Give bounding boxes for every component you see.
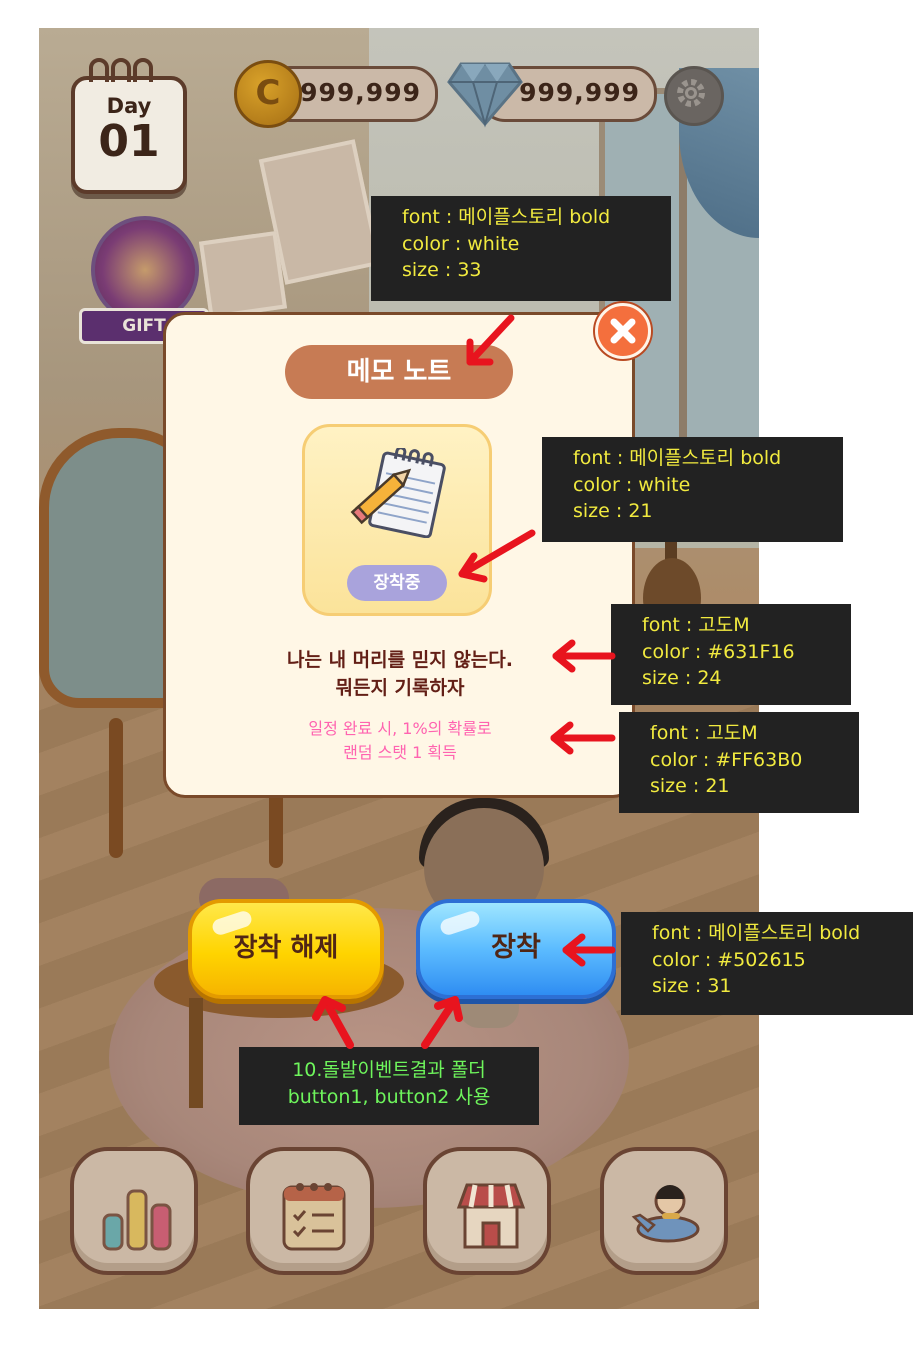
- gear-icon: [677, 79, 705, 107]
- annotation-line: button1, button2 사용: [287, 1085, 491, 1108]
- nav-stats-button[interactable]: [70, 1147, 198, 1275]
- item-effect-line2: 랜덤 스탯 1 획득: [343, 743, 457, 762]
- annotation-line: font : 메이플스토리 bold: [573, 447, 782, 469]
- nav-travel-button[interactable]: [600, 1147, 728, 1275]
- vanity-leg: [109, 718, 123, 858]
- annotation-line: font : 메이플스토리 bold: [652, 922, 861, 944]
- equip-button[interactable]: 장착: [416, 899, 616, 999]
- annotation-line: color : #FF63B0: [650, 748, 803, 771]
- annotation-description-font: font : 고도M color : #631F16 size : 24: [611, 604, 851, 705]
- annotation-folder-note: 10.돌발이벤트결과 폴더 button1, button2 사용: [239, 1047, 539, 1125]
- annotation-line: color : white: [402, 232, 520, 255]
- annotation-line: size : 21: [650, 775, 730, 797]
- diamond-icon: [447, 62, 523, 128]
- wall-poster: [198, 230, 288, 320]
- annotation-button-font: font : 메이플스토리 bold color : #502615 size …: [621, 912, 913, 1015]
- equipped-status-badge: 장착중: [347, 565, 447, 601]
- annotation-line: size : 21: [573, 500, 653, 522]
- stats-icon: [102, 1189, 172, 1251]
- notebook-pencil-icon: [350, 448, 446, 538]
- calendar-rings-icon: [89, 58, 153, 82]
- nav-schedule-button[interactable]: [246, 1147, 374, 1275]
- item-effect: 일정 완료 시, 1%의 확률로 랜덤 스탯 1 획득: [230, 717, 570, 765]
- settings-button[interactable]: [664, 66, 724, 126]
- item-description-line2: 뭐든지 기록하자: [335, 677, 465, 699]
- annotation-title-font: font : 메이플스토리 bold color : white size : …: [371, 196, 671, 301]
- close-button[interactable]: [595, 303, 651, 359]
- annotation-line: color : white: [573, 473, 691, 496]
- unequip-button-label: 장착 해제: [233, 933, 339, 963]
- annotation-line: color : #502615: [652, 948, 806, 971]
- annotation-line: font : 고도M: [650, 722, 758, 744]
- annotation-line: size : 24: [642, 667, 722, 689]
- equip-button-label: 장착: [491, 932, 541, 963]
- table-leg: [189, 998, 203, 1108]
- day-label: Day: [106, 94, 152, 118]
- annotation-badge-font: font : 메이플스토리 bold color : white size : …: [542, 437, 843, 542]
- gem-amount: 999,999: [519, 78, 640, 107]
- travel-icon: [631, 1185, 700, 1243]
- button-shine: [438, 909, 482, 937]
- annotation-line: size : 31: [652, 975, 732, 997]
- day-calendar: Day 01: [71, 76, 187, 194]
- shop-icon: [456, 1183, 526, 1249]
- annotation-line: font : 메이플스토리 bold: [402, 206, 611, 228]
- close-icon: [610, 318, 636, 344]
- day-number: 01: [98, 116, 160, 167]
- nav-shop-button[interactable]: [423, 1147, 551, 1275]
- annotation-line: font : 고도M: [642, 614, 750, 636]
- item-description-line1: 나는 내 머리를 믿지 않는다.: [287, 649, 513, 671]
- annotation-line: 10.돌발이벤트결과 폴더: [292, 1059, 486, 1081]
- unequip-button[interactable]: 장착 해제: [188, 899, 384, 999]
- modal-title: 메모 노트: [285, 345, 513, 399]
- item-effect-line1: 일정 완료 시, 1%의 확률로: [308, 719, 492, 738]
- item-description: 나는 내 머리를 믿지 않는다. 뭐든지 기록하자: [230, 646, 570, 702]
- schedule-icon: [282, 1183, 346, 1251]
- coin-amount: 999,999: [300, 78, 421, 107]
- annotation-line: color : #631F16: [642, 640, 795, 663]
- annotation-effect-font: font : 고도M color : #FF63B0 size : 21: [619, 712, 859, 813]
- coin-icon: C: [234, 60, 302, 128]
- annotation-line: size : 33: [402, 259, 482, 281]
